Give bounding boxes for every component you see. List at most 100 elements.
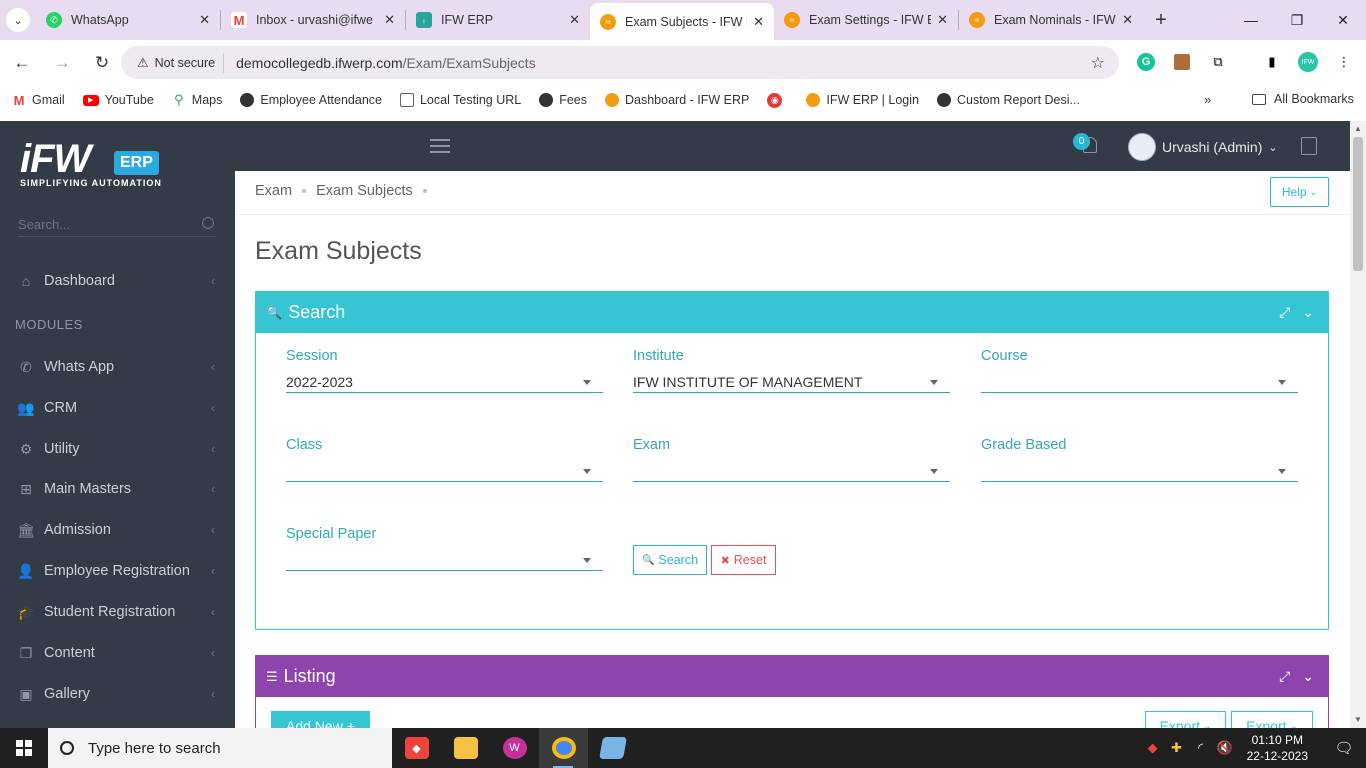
bookmark-youtube[interactable]: ▶ YouTube [82,93,154,107]
scrollbar-thumb[interactable] [1353,137,1363,271]
institute-select[interactable]: Institute IFW INSTITUTE OF MANAGEMENT [633,348,950,393]
institute-value[interactable]: IFW INSTITUTE OF MANAGEMENT [633,374,950,393]
page-scrollbar[interactable]: ▲ ▼ [1350,121,1366,728]
close-icon[interactable]: ✕ [384,12,395,28]
tab-gmail[interactable]: M Inbox - urvashi@ifwe ✕ [221,3,405,37]
address-bar[interactable]: ⚠ Not secure democollegedb.ifwerp.com/Ex… [121,46,1119,79]
grade-based-value[interactable] [981,463,1298,482]
tab-exam-subjects[interactable]: ≈ Exam Subjects - IFW E ✕ [590,3,774,40]
restore-button[interactable]: ❐ [1274,0,1320,40]
breadcrumb-item-exam[interactable]: Exam [255,183,292,199]
export-button[interactable]: Export ⌄ [1231,711,1313,728]
anydesk-tray-icon[interactable]: ◆ [1141,740,1165,756]
scroll-up-icon[interactable]: ▲ [1354,124,1362,133]
bookmark-gmail[interactable]: M Gmail [12,93,65,108]
bookmark-target[interactable]: ◉ [767,92,788,108]
puzzle-extensions-icon[interactable]: ⧉ [1204,48,1232,76]
back-button[interactable]: ← [4,45,40,81]
close-icon[interactable]: ✕ [1122,12,1133,28]
sidebar-item-student-registration[interactable]: 🎓 Student Registration ‹ [0,592,235,632]
logout-icon[interactable] [1301,137,1317,155]
security-indicator[interactable]: ⚠ Not secure [129,52,225,73]
scroll-down-icon[interactable]: ▼ [1354,715,1362,724]
breadcrumb-item-exam-subjects[interactable]: Exam Subjects [316,183,413,199]
tab-ifw-erp[interactable]: ᵢ IFW ERP ✕ [406,3,590,37]
sidebar-item-utility[interactable]: ⚙ Utility ‹ [0,429,235,469]
sidebar-item-crm[interactable]: 👥 CRM ‹ [0,388,235,428]
help-button[interactable]: Help ⌄ [1270,177,1329,207]
close-icon[interactable]: ✕ [569,12,580,28]
taskbar-clock[interactable]: 01:10 PM 22-12-2023 [1247,732,1308,764]
special-paper-select[interactable]: Special Paper [286,526,603,571]
sidebar-item-employee-registration[interactable]: 👤 Employee Registration ‹ [0,551,235,591]
tab-exam-settings[interactable]: ≈ Exam Settings - IFW E ✕ [774,3,958,37]
close-window-button[interactable]: ✕ [1320,0,1366,40]
add-new-button[interactable]: Add New + [271,711,370,728]
course-select[interactable]: Course [981,348,1298,393]
tab-search-button[interactable]: ⌄ [0,0,36,40]
expand-icon[interactable]: ⤢ [1279,668,1290,685]
windows-start-button[interactable] [0,728,48,768]
class-select[interactable]: Class [286,437,603,482]
new-tab-button[interactable]: + [1143,0,1179,40]
sidebar-item-whatsapp[interactable]: ✆ Whats App ‹ [0,347,235,387]
course-value[interactable] [981,374,1298,393]
volume-muted-icon[interactable]: 🔇 [1213,740,1237,756]
reset-button[interactable]: ✖ Reset [711,545,776,575]
reload-button[interactable]: ↻ [84,45,120,81]
search-button[interactable]: 🔍 Search [633,545,707,575]
bookmark-maps[interactable]: ⚲ Maps [172,92,222,107]
taskbar-search-box[interactable]: Type here to search [48,728,392,768]
bookmark-star-icon[interactable]: ☆ [1091,53,1105,73]
close-icon[interactable]: ✕ [937,12,948,28]
user-menu[interactable]: Urvashi (Admin) ⌄ [1128,133,1278,161]
grade-based-select[interactable]: Grade Based [981,437,1298,482]
bookmark-local-testing[interactable]: Local Testing URL [399,93,521,107]
bookmark-custom-report[interactable]: Custom Report Desi... [936,93,1080,107]
bookmark-dashboard[interactable]: Dashboard - IFW ERP [605,93,749,107]
minimize-button[interactable]: — [1228,0,1274,40]
close-icon[interactable]: ✕ [199,12,210,28]
taskbar-app-file-explorer[interactable] [441,728,490,768]
taskbar-app-notepad[interactable] [588,728,637,768]
menu-toggle-icon[interactable] [430,139,450,153]
bookmark-ifw-login[interactable]: IFW ERP | Login [806,93,919,107]
sidebar-item-dashboard[interactable]: ⌂ Dashboard ‹ [0,261,235,301]
more-bookmarks-button[interactable]: » [1204,92,1211,107]
sidebar-item-admission[interactable]: 🏛 Admission ‹ [0,510,235,550]
bookmark-employee-attendance[interactable]: Employee Attendance [240,93,382,107]
special-paper-value[interactable] [286,552,603,571]
session-value[interactable]: 2022-2023 [286,374,603,393]
search-icon[interactable] [202,217,214,229]
close-icon[interactable]: ✕ [753,14,764,30]
profile-avatar[interactable]: IFW [1294,48,1322,76]
class-value[interactable] [286,463,603,482]
grammarly-extension-icon[interactable]: G [1132,48,1160,76]
forward-button[interactable]: → [44,45,80,81]
sidebar-item-gallery[interactable]: ▣ Gallery ‹ [0,674,235,714]
taskbar-app-wps[interactable]: W [490,728,539,768]
sidebar-item-content[interactable]: ❐ Content ‹ [0,633,235,673]
windows-security-icon[interactable]: ✚ [1165,740,1189,756]
session-select[interactable]: Session 2022-2023 [286,348,603,393]
sidebar-search-input[interactable]: Search... [18,213,216,237]
ifw-erp-logo[interactable]: iFW ERP SIMPLIFYING AUTOMATION [20,131,170,191]
collapse-chevron-icon[interactable]: ⌄ [1302,304,1314,321]
side-panel-icon[interactable]: ▮ [1258,48,1286,76]
tab-whatsapp[interactable]: ✆ WhatsApp ✕ [36,3,220,37]
taskbar-app-anydesk[interactable]: ◆ [392,728,441,768]
all-bookmarks-button[interactable]: All Bookmarks [1252,92,1354,106]
collapse-chevron-icon[interactable]: ⌄ [1302,668,1314,685]
exam-value[interactable] [633,463,950,482]
extension-icon[interactable] [1168,48,1196,76]
tab-exam-nominals[interactable]: ≈ Exam Nominals - IFW ✕ [959,3,1143,37]
taskbar-app-chrome[interactable] [539,728,588,768]
browser-menu-icon[interactable]: ⋮ [1330,48,1358,76]
sidebar-item-main-masters[interactable]: ⊞ Main Masters ‹ [0,469,235,509]
export-button[interactable]: Export ⌄ [1145,711,1226,728]
expand-icon[interactable]: ⤢ [1279,304,1290,321]
wifi-icon[interactable]: ◜ [1189,740,1213,756]
bookmark-fees[interactable]: Fees [539,93,587,107]
notification-center-icon[interactable]: 🗨 [1322,739,1366,757]
exam-select[interactable]: Exam [633,437,950,482]
